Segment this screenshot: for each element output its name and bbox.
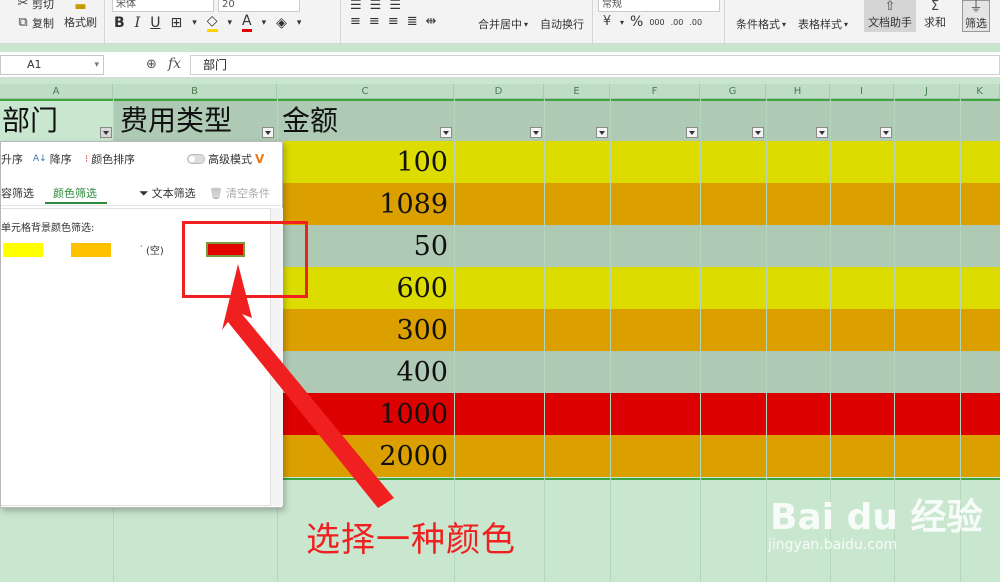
watermark-url: jingyan.baidu.com	[768, 537, 898, 553]
annotation-caption: 选择一种颜色	[306, 520, 516, 560]
watermark-logo: Bai du 经验	[770, 497, 983, 538]
annotation-arrow-head	[222, 264, 394, 508]
